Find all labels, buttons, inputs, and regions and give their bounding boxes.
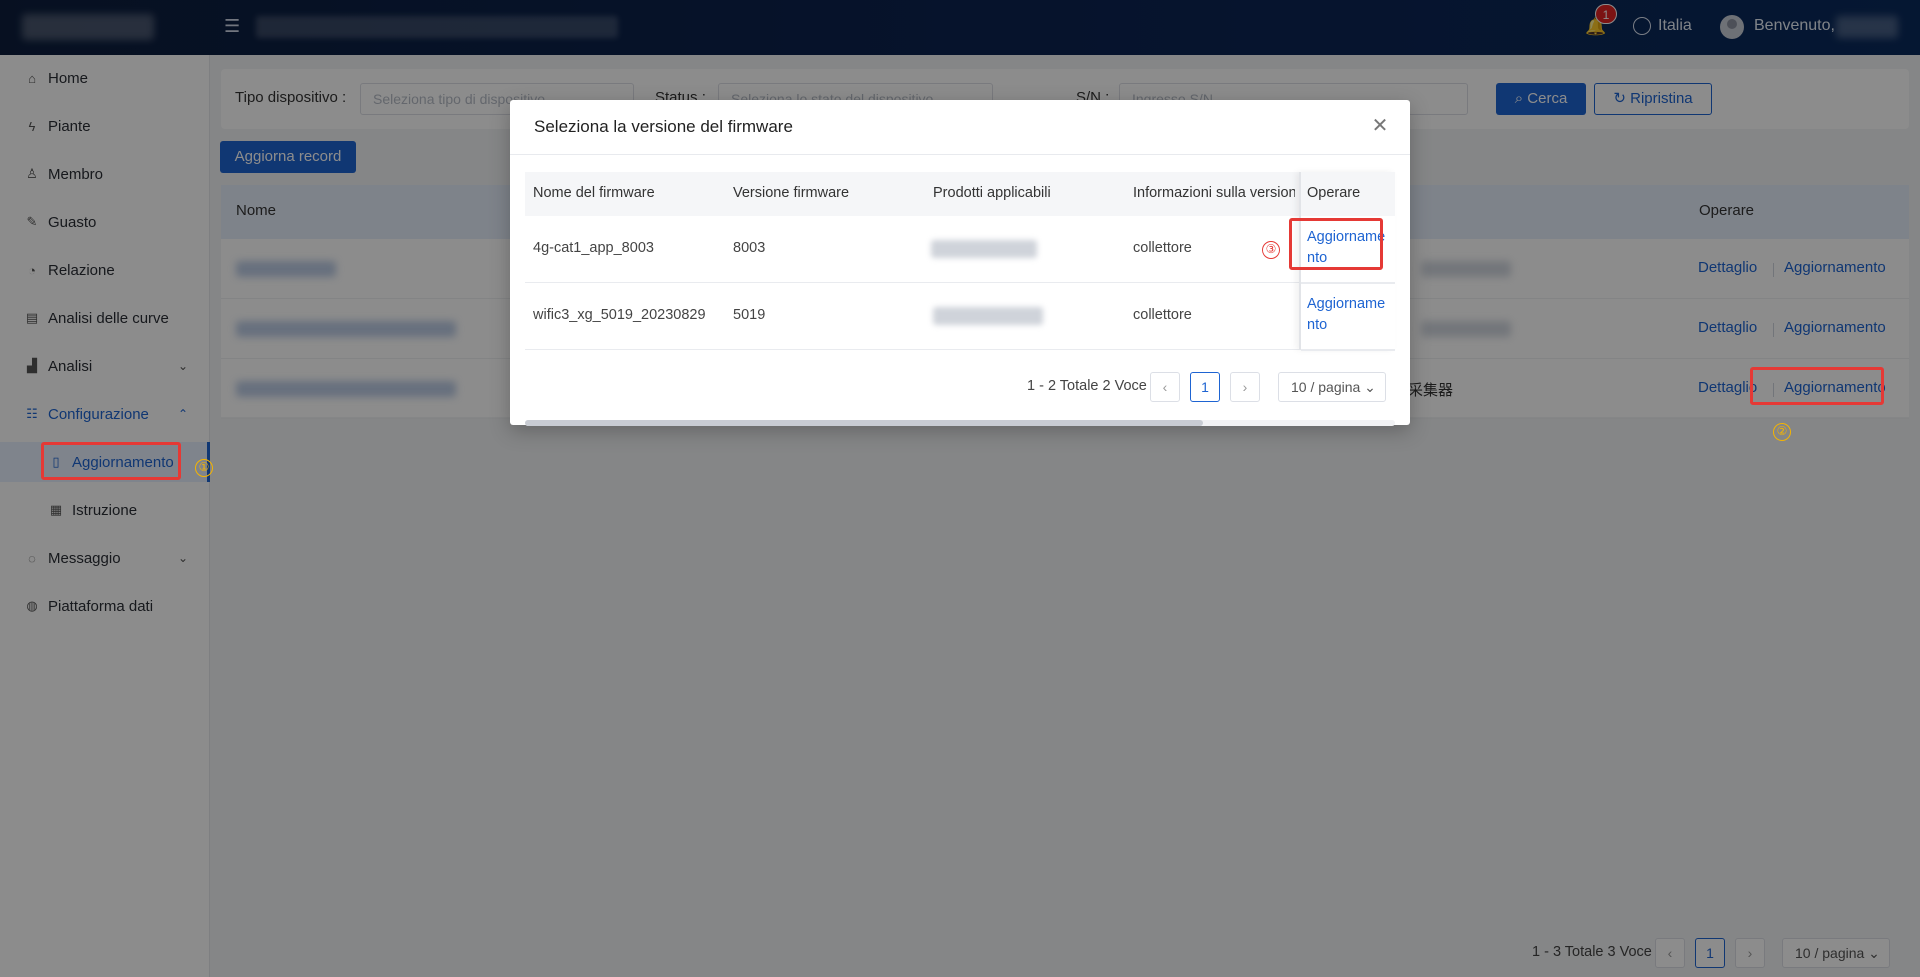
table-row: wific3_xg_5019_20230829 5019 collettore: [525, 283, 1395, 350]
col-firmware-version: Versione firmware: [733, 185, 850, 201]
col-firmware-name: Nome del firmware: [533, 185, 655, 201]
horizontal-scrollbar[interactable]: [525, 420, 1395, 426]
firmware-select-modal: Seleziona la versione del firmware ✕ Nom…: [510, 100, 1410, 426]
highlight-box-1: [41, 442, 181, 480]
firmware-table: Nome del firmware Versione firmware Prod…: [525, 172, 1395, 426]
modal-next-page-button[interactable]: ›: [1230, 372, 1260, 402]
firmware-update-link-2[interactable]: Aggiorname nto: [1307, 294, 1385, 336]
firmware-table-header: Nome del firmware Versione firmware Prod…: [525, 172, 1395, 216]
modal-prev-page-button[interactable]: ‹: [1150, 372, 1180, 402]
applicable-products: [933, 307, 1043, 325]
step-marker-2: ②: [1773, 423, 1791, 441]
modal-pagination-summary: 1 - 2 Totale 2 Voce: [1027, 378, 1147, 394]
close-icon[interactable]: ✕: [1368, 114, 1392, 138]
highlight-box-2: [1750, 367, 1884, 405]
modal-page-size-select[interactable]: 10 / pagina ⌄: [1278, 372, 1386, 402]
step-marker-1: ①: [195, 459, 213, 477]
col-operate: Operare: [1307, 185, 1361, 201]
scrollbar-thumb[interactable]: [525, 420, 1203, 426]
highlight-box-3: [1289, 218, 1383, 270]
col-products: Prodotti applicabili: [933, 185, 1051, 201]
modal-page-number[interactable]: 1: [1190, 372, 1220, 402]
col-version-info: Informazioni sulla versione: [1133, 185, 1295, 201]
applicable-products: [931, 240, 1037, 258]
modal-title: Seleziona la versione del firmware: [534, 117, 793, 136]
chevron-down-icon: ⌄: [1360, 379, 1376, 395]
step-marker-3: ③: [1262, 241, 1280, 259]
